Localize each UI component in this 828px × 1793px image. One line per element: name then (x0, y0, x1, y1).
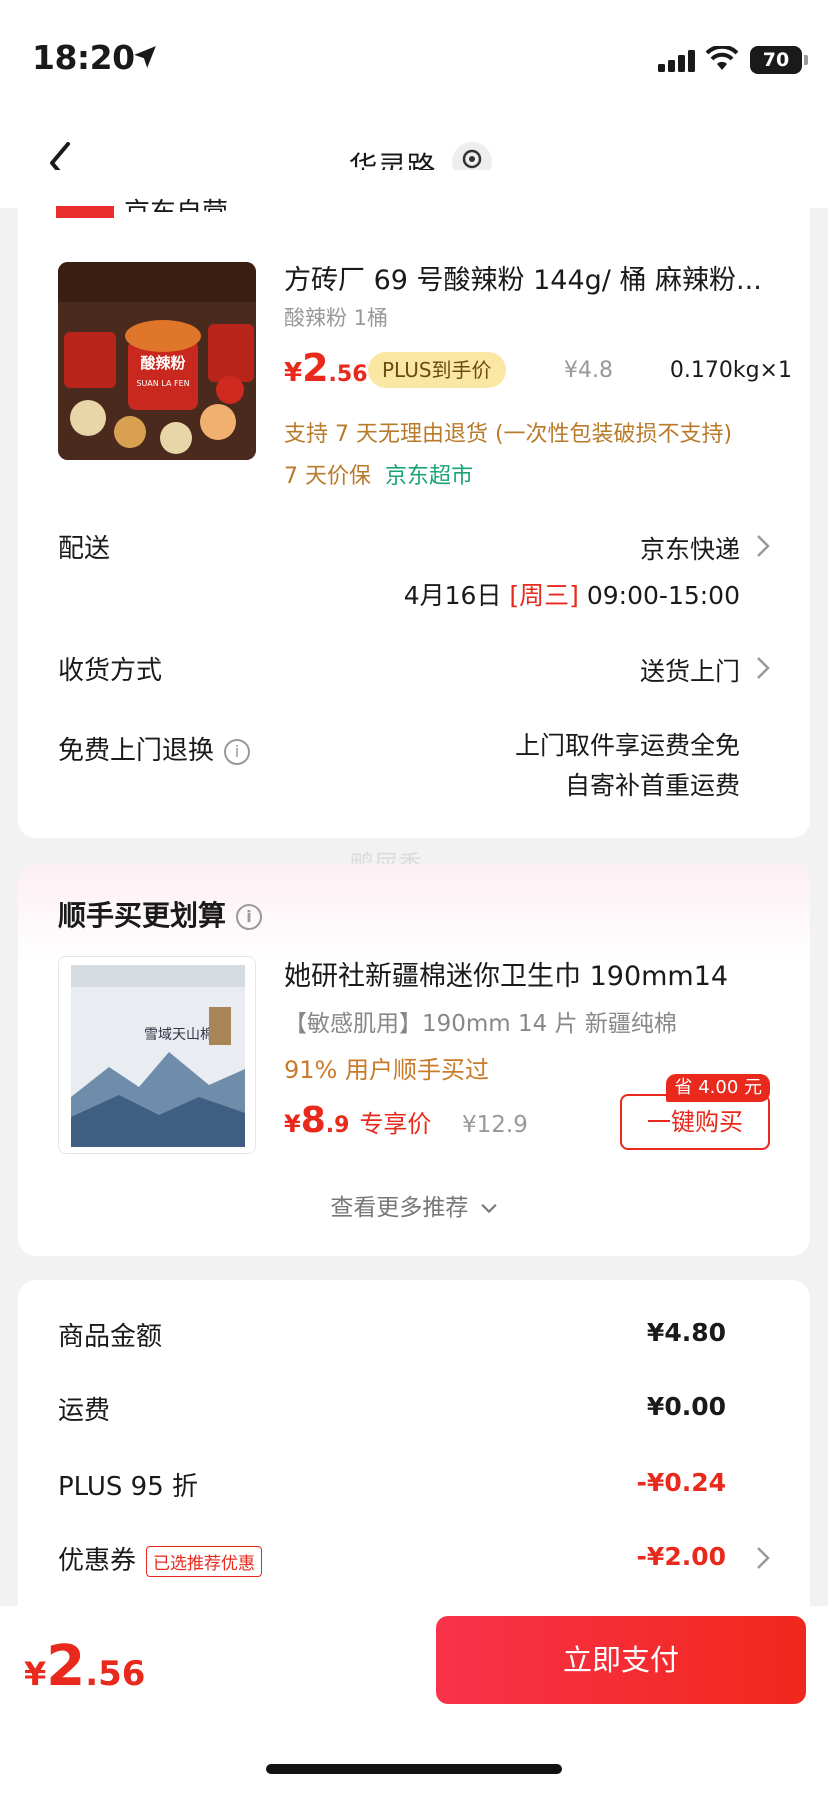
rec-price-yen: ¥ (284, 1110, 301, 1138)
total-dec: .56 (85, 1654, 146, 1694)
recommend-image-label: 雪域天山棉 (144, 1026, 214, 1043)
wifi-icon (706, 46, 738, 70)
cellular-signal-icon (658, 50, 695, 72)
pay-now-button[interactable]: 立即支付 (436, 1616, 806, 1704)
total-int: 2 (46, 1634, 86, 1699)
plus-price-badge: PLUS到手价 (368, 352, 506, 388)
freight-value: ¥0.00 (646, 1392, 726, 1421)
bottom-pay-bar: ¥2.56 立即支付 (0, 1606, 828, 1793)
price-protect-tag: 7 天价保 (284, 464, 371, 489)
coupon-tag: 已选推荐优惠 (146, 1546, 263, 1577)
status-time: 18:20 (32, 38, 135, 77)
delivery-time: 09:00-15:00 (586, 581, 740, 610)
price-yen: ¥ (284, 358, 303, 388)
recommend-item-title[interactable]: 她研社新疆棉迷你卫生巾 190mm14 (284, 954, 728, 993)
delivery-value[interactable]: 京东快递 (640, 530, 740, 566)
price-dec: .56 (328, 362, 368, 387)
product-spec: 酸辣粉 1桶 (284, 306, 389, 330)
chevron-down-icon (481, 1203, 497, 1213)
recommend-card: 顺手买更划算 i 雪域天山棉 她研社新疆棉迷你卫生巾 190mm14 【敏感肌用】… (18, 864, 810, 1256)
recommend-bought-stat: 91% 用户顺手买过 (284, 1056, 489, 1084)
free-return-value: 上门取件享运费全免 自寄补首重运费 (515, 726, 740, 806)
price-row: ¥2.56 PLUS到手价 ¥4.8 0.170kg×1 (284, 346, 804, 392)
free-return-label: 免费上门退换 (58, 736, 215, 766)
product-weight: 0.170kg×1 (669, 358, 792, 383)
info-icon[interactable]: i (236, 904, 263, 930)
product-image-label: 酸辣粉 (140, 354, 185, 372)
rec-price-dec: .9 (325, 1113, 350, 1138)
home-indicator[interactable] (266, 1764, 562, 1774)
delivery-label: 配送 (58, 534, 111, 564)
price-int: 2 (302, 346, 329, 390)
total-price: ¥2.56 (24, 1634, 145, 1699)
save-amount-badge: 省 4.00 元 (666, 1074, 770, 1102)
chevron-right-icon[interactable] (756, 534, 770, 558)
battery-icon: 70 (750, 46, 802, 74)
status-bar: 18:20 70 (0, 0, 828, 120)
shop-tag (56, 206, 114, 218)
free-return-line2: 自寄补首重运费 (564, 771, 740, 800)
original-price: ¥4.8 (564, 358, 613, 383)
chevron-right-icon[interactable] (756, 656, 770, 680)
more-recommend-link[interactable]: 查看更多推荐 (18, 1188, 810, 1222)
delivery-day: 4月16日 (403, 581, 502, 610)
battery-tip (804, 55, 808, 65)
info-icon[interactable]: i (224, 738, 251, 765)
receive-method-value[interactable]: 送货上门 (640, 652, 740, 688)
product-image-sublabel: SUAN LA FEN (136, 379, 189, 388)
delivery-weekday: [周三] (509, 581, 579, 610)
recommend-title: 顺手买更划算 i (58, 894, 263, 934)
service-tags: 7 天价保 京东超市 (284, 458, 473, 490)
one-click-buy-button[interactable]: 一键购买 (620, 1094, 770, 1150)
plus-discount-value: -¥0.24 (636, 1468, 726, 1497)
delivery-date[interactable]: 4月16日 [周三] 09:00-15:00 (404, 576, 740, 612)
jd-supermarket-tag: 京东超市 (385, 464, 474, 489)
goods-amount-label: 商品金额 (58, 1322, 163, 1352)
product-title[interactable]: 方砖厂 69 号酸辣粉 144g/ 桶 麻辣粉... (284, 258, 784, 297)
chevron-right-icon[interactable] (756, 1546, 770, 1570)
rec-price-tag: 专享价 (359, 1110, 432, 1138)
shop-name: 京东自营 (124, 192, 228, 212)
freight-label: 运费 (58, 1396, 111, 1426)
coupon-row[interactable]: 优惠券 已选推荐优惠 (58, 1540, 263, 1577)
free-return-row: 免费上门退换 i (58, 730, 251, 767)
receive-method-label: 收货方式 (58, 656, 163, 686)
recommend-price: ¥8.9 专享价 (284, 1100, 431, 1141)
coupon-label: 优惠券 (58, 1546, 137, 1576)
order-item-card: 京东自营 酸辣粉 SUAN LA FEN 方砖厂 69 号酸辣粉 144g/ 桶… (18, 170, 810, 838)
product-image[interactable]: 酸辣粉 SUAN LA FEN (58, 262, 256, 460)
free-return-line1: 上门取件享运费全免 (514, 731, 740, 760)
recommend-title-text: 顺手买更划算 (58, 899, 227, 932)
return-policy-note: 支持 7 天无理由退货 (一次性包装破损不支持) (284, 422, 733, 447)
total-yen: ¥ (24, 1655, 47, 1693)
goods-amount-value: ¥4.80 (646, 1318, 726, 1347)
plus-discount-label: PLUS 95 折 (58, 1472, 199, 1502)
more-recommend-text: 查看更多推荐 (330, 1195, 469, 1221)
product-price: ¥2.56 (284, 346, 368, 390)
recommend-item-spec: 【敏感肌用】190mm 14 片 新疆纯棉 (284, 1011, 677, 1037)
recommend-original-price: ¥12.9 (462, 1112, 528, 1138)
recommend-product-image[interactable]: 雪域天山棉 (58, 956, 256, 1154)
location-arrow-icon (134, 46, 156, 68)
coupon-value[interactable]: -¥2.00 (637, 1542, 726, 1571)
rec-price-int: 8 (300, 1100, 326, 1141)
